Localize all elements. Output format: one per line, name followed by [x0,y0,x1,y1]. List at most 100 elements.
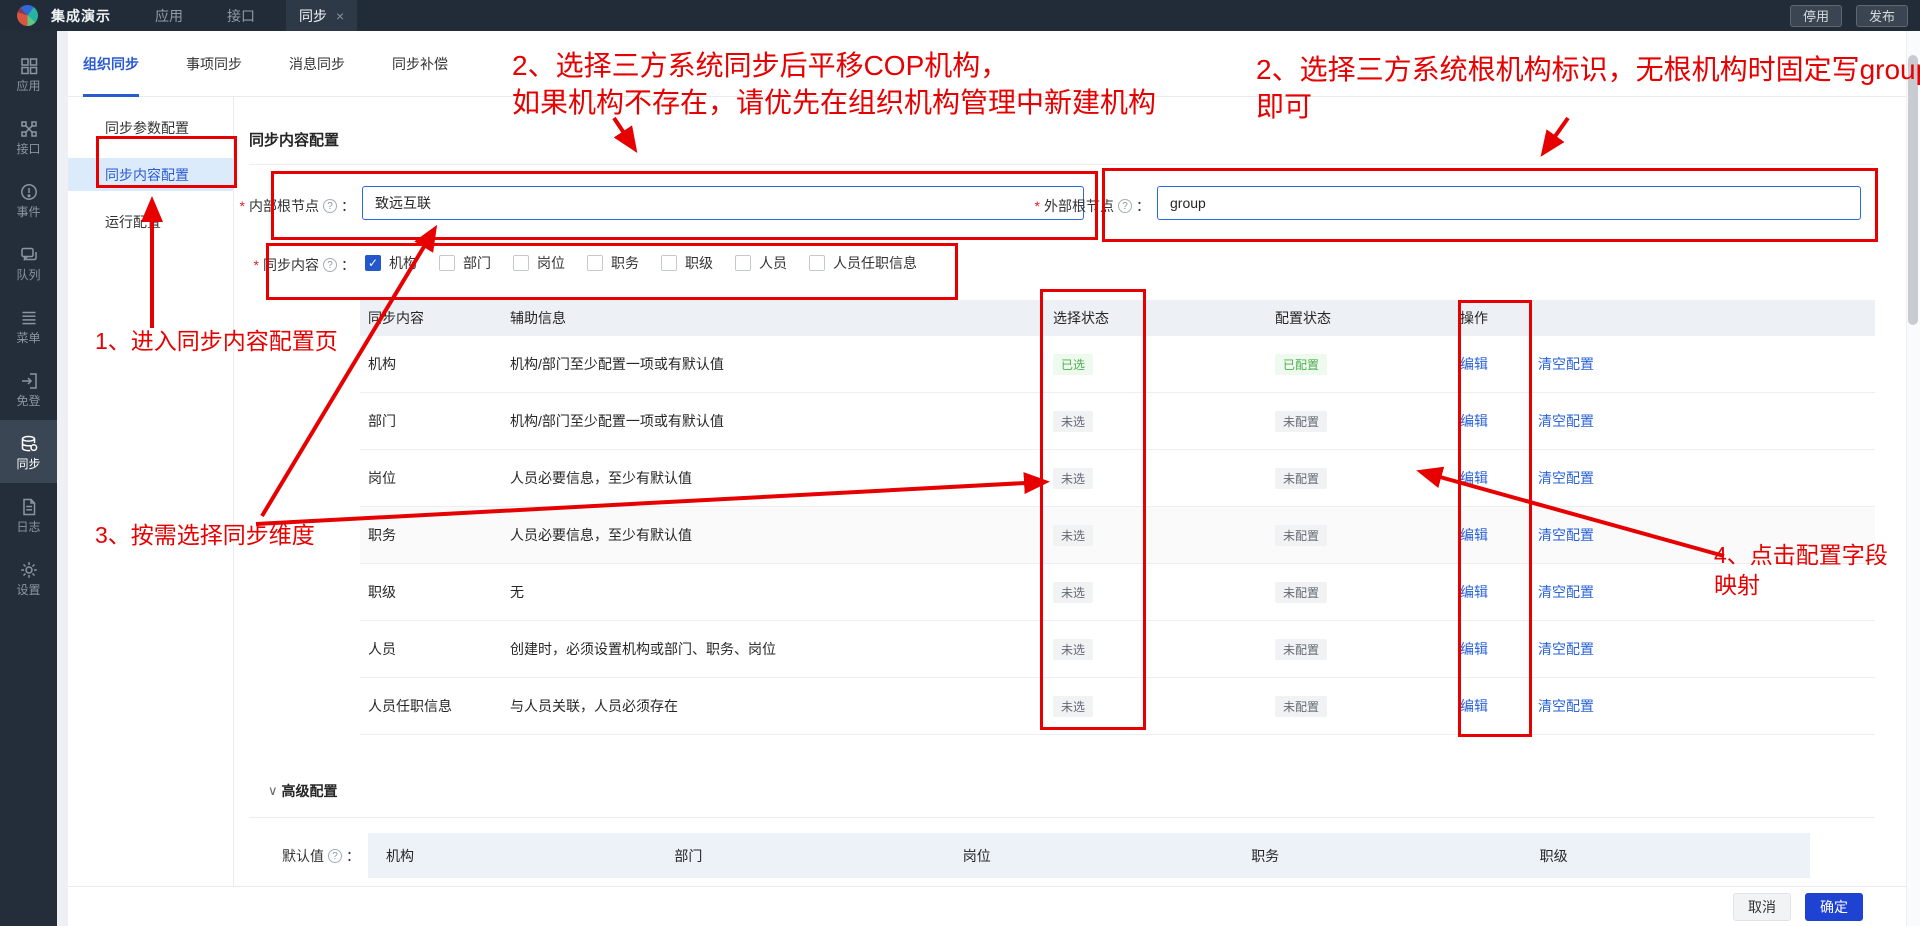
confirm-button[interactable]: 确定 [1805,892,1863,921]
topnav-tab-sync[interactable]: 同步 × [286,0,358,31]
clear-config-link[interactable]: 清空配置 [1538,413,1594,429]
default-value-label: 默认值 ? ： [282,848,360,864]
checkbox-rank[interactable]: 职级 [661,253,713,273]
sidebar-item-label: 设置 [16,582,41,597]
document-icon [22,498,35,515]
clear-config-link[interactable]: 清空配置 [1538,527,1594,543]
sidebar-item-label: 日志 [16,519,41,534]
screen: 集成演示 应用 接口 同步 × 停用 发布 应用 接口 事件 队列 菜单 免登 … [0,0,1920,926]
sidebar-item-event[interactable]: 事件 [0,168,57,231]
sidebar-item-label: 接口 [16,141,41,156]
advanced-config-toggle[interactable]: ∨ 高级配置 [268,781,338,801]
sidebar-item-app[interactable]: 应用 [0,42,57,105]
checkbox-person[interactable]: 人员 [735,253,787,273]
sidebar-item-label: 同步 [16,456,41,471]
cancel-button[interactable]: 取消 [1733,892,1791,921]
required-mark: * [1034,198,1040,214]
disable-button[interactable]: 停用 [1789,4,1842,27]
selected-status-badge: 已选 [1053,353,1094,375]
sidebar-item-settings[interactable]: 设置 [0,546,57,609]
grid-icon [20,57,37,74]
checkbox-org[interactable]: 机构 [365,253,417,273]
checkbox-icon[interactable] [809,255,825,271]
selected-status-badge: 未选 [1053,524,1094,546]
edit-link[interactable]: 编辑 [1460,413,1488,429]
annotation-step2-right: 2、选择三方系统根机构标识，无根机构时固定写group 即可 [1256,54,1920,122]
alert-circle-icon [20,183,37,200]
config-status-badge: 未配置 [1275,695,1328,717]
chevron-down-icon[interactable]: ∨ [268,783,278,799]
sub-tab-bar: 组织同步 事项同步 消息同步 同步补偿 [83,31,448,97]
close-icon[interactable]: × [336,9,344,23]
tab-org-sync[interactable]: 组织同步 [83,31,139,97]
checkbox-icon[interactable] [439,255,455,271]
external-root-label: * 外部根节点 ? ： [1034,198,1150,214]
edit-link[interactable]: 编辑 [1460,641,1488,657]
config-status-badge: 未配置 [1275,524,1328,546]
topnav-api[interactable]: 接口 [227,6,255,26]
edit-link[interactable]: 编辑 [1460,527,1488,543]
panel-item-sync-params[interactable]: 同步参数配置 [68,111,233,144]
scrollbar-thumb[interactable] [1908,55,1918,325]
clear-config-link[interactable]: 清空配置 [1538,698,1594,714]
config-status-badge: 已配置 [1275,353,1328,375]
internal-root-label: * 内部根节点 ? ： [239,198,355,214]
checkbox-dept[interactable]: 部门 [439,253,491,273]
sidebar-item-menu[interactable]: 菜单 [0,294,57,357]
selected-status-badge: 未选 [1053,581,1094,603]
sidebar-item-label: 应用 [16,78,41,93]
sidebar-item-sso[interactable]: 免登 [0,357,57,420]
sync-content-table: 同步内容 辅助信息 选择状态 配置状态 操作 机构 机构/部门至少配置一项或有默… [360,300,1875,735]
table-row: 部门 机构/部门至少配置一项或有默认值 未选 未配置 编辑 清空配置 [360,393,1875,450]
clear-config-link[interactable]: 清空配置 [1538,584,1594,600]
clear-config-link[interactable]: 清空配置 [1538,356,1594,372]
config-status-badge: 未配置 [1275,467,1328,489]
sync-content-label: * 同步内容 ? ： [253,257,355,273]
checkbox-post[interactable]: 岗位 [513,253,565,273]
annotation-step1: 1、进入同步内容配置页 [95,328,338,354]
nodes-icon [20,120,37,137]
tab-sync-compensation[interactable]: 同步补偿 [392,31,448,97]
edit-link[interactable]: 编辑 [1460,698,1488,714]
internal-root-input[interactable] [362,186,1084,220]
database-icon [21,435,37,451]
sidebar-gutter [57,31,68,926]
checkbox-icon[interactable] [735,255,751,271]
sidebar-item-queue[interactable]: 队列 [0,231,57,294]
checkbox-checked-icon[interactable] [365,255,381,271]
sidebar-item-log[interactable]: 日志 [0,483,57,546]
default-value-table-header: 机构 部门 岗位 职务 职级 [368,833,1810,878]
table-row: 职级 无 未选 未配置 编辑 清空配置 [360,564,1875,621]
topnav-app[interactable]: 应用 [155,6,183,26]
sidebar-item-label: 菜单 [16,330,41,345]
annotation-step2-left: 2、选择三方系统同步后平移COP机构， 如果机构不存在，请优先在组织机构管理中新… [512,50,1157,118]
help-icon[interactable]: ? [323,199,337,213]
clear-config-link[interactable]: 清空配置 [1538,641,1594,657]
edit-link[interactable]: 编辑 [1460,356,1488,372]
checkbox-icon[interactable] [661,255,677,271]
checkbox-duty[interactable]: 职务 [587,253,639,273]
help-icon[interactable]: ? [328,849,342,863]
checkbox-person-position[interactable]: 人员任职信息 [809,253,917,273]
arrow-step2-right [1540,116,1570,157]
sidebar-item-sync[interactable]: 同步 [0,420,57,483]
help-icon[interactable]: ? [323,258,337,272]
checkbox-icon[interactable] [513,255,529,271]
external-root-input[interactable] [1157,186,1861,220]
panel-item-sync-content[interactable]: 同步内容配置 [68,158,233,191]
selected-status-badge: 未选 [1053,467,1094,489]
publish-button[interactable]: 发布 [1855,4,1908,27]
table-row: 机构 机构/部门至少配置一项或有默认值 已选 已配置 编辑 清空配置 [360,336,1875,393]
help-icon[interactable]: ? [1118,199,1132,213]
config-status-badge: 未配置 [1275,581,1328,603]
tab-item-sync[interactable]: 事项同步 [186,31,242,97]
clear-config-link[interactable]: 清空配置 [1538,470,1594,486]
edit-link[interactable]: 编辑 [1460,470,1488,486]
login-arrow-icon [21,372,37,389]
edit-link[interactable]: 编辑 [1460,584,1488,600]
tab-message-sync[interactable]: 消息同步 [289,31,345,97]
checkbox-icon[interactable] [587,255,603,271]
top-bar: 集成演示 应用 接口 同步 × 停用 发布 [0,0,1920,31]
sidebar-item-api[interactable]: 接口 [0,105,57,168]
table-header: 同步内容 辅助信息 选择状态 配置状态 操作 [360,300,1875,336]
